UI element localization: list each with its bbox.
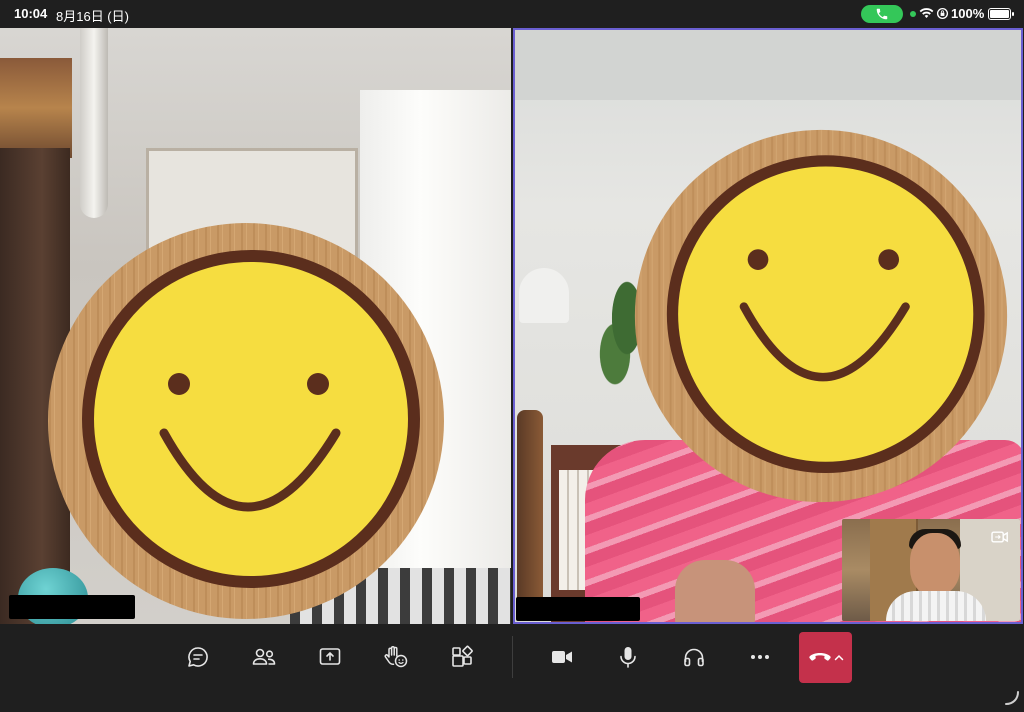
participant-video-left[interactable] — [0, 28, 511, 624]
participant-name-plate-left — [9, 595, 135, 619]
mic-in-use-dot — [910, 11, 916, 17]
hang-up-icon — [808, 652, 831, 661]
camera-button[interactable] — [542, 634, 582, 680]
status-bar: 10:04 8月16日 (日) 100% — [0, 0, 1024, 28]
hang-up-button[interactable] — [799, 632, 852, 683]
battery-percent: 100% — [951, 6, 985, 21]
more-button[interactable] — [740, 634, 780, 680]
teams-call-screen: 10:04 8月16日 (日) 100% — [0, 0, 1024, 712]
status-time: 10:04 — [14, 6, 48, 21]
share-tray-icon — [319, 648, 341, 665]
status-date: 8月16日 (日) — [56, 9, 129, 24]
raise-hand-icon — [384, 646, 408, 668]
audio-button[interactable] — [674, 634, 714, 680]
orientation-lock-icon — [936, 7, 949, 20]
active-call-pill[interactable] — [861, 5, 903, 23]
apps-icon — [452, 645, 473, 667]
smiley-face-sticker — [46, 221, 446, 621]
resize-corner-icon — [1005, 691, 1019, 705]
mic-button[interactable] — [608, 634, 648, 680]
more-dots-icon — [751, 655, 769, 659]
call-controls-toolbar — [0, 624, 1024, 712]
people-icon — [252, 648, 276, 665]
video-camera-icon — [552, 651, 572, 663]
smiley-face-sticker — [633, 128, 1009, 504]
apps-button[interactable] — [442, 634, 482, 680]
share-button[interactable] — [310, 634, 350, 680]
battery-icon — [988, 8, 1014, 20]
phone-icon — [876, 8, 888, 20]
switch-camera-icon[interactable] — [990, 529, 1010, 545]
toolbar-divider — [512, 636, 513, 678]
participant-name-plate-right — [516, 597, 640, 621]
react-button[interactable] — [376, 634, 416, 680]
chevron-up-icon[interactable] — [834, 654, 844, 662]
chat-button[interactable] — [178, 634, 218, 680]
chat-icon — [188, 647, 208, 667]
participants-button[interactable] — [244, 634, 284, 680]
microphone-icon — [620, 647, 636, 668]
wifi-icon — [919, 8, 934, 18]
headphones-icon — [684, 648, 704, 667]
